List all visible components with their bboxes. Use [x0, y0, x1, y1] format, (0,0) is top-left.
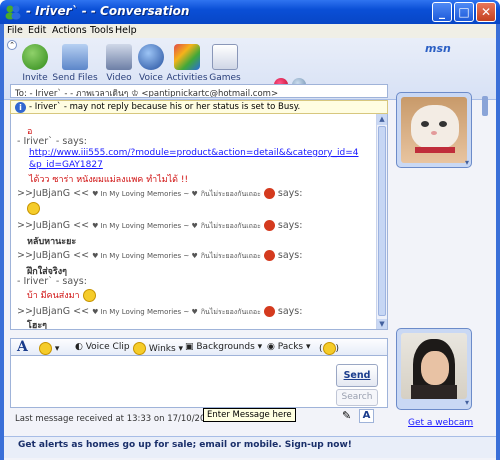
font-icon[interactable]: A [17, 339, 28, 355]
says-label: says: [277, 220, 303, 231]
sender-deco: ♥ In My Loving Memories ~ ♥ [92, 308, 198, 316]
cat-picture [401, 97, 467, 163]
title-bar[interactable]: - Iriver` - - Conversation _ □ ✕ [0, 0, 500, 24]
info-icon: i [15, 102, 26, 113]
devil-emoticon-icon [263, 250, 275, 261]
nudge-icon [322, 342, 336, 355]
sender-deco: ♥ In My Loving Memories ~ ♥ [92, 252, 198, 260]
my-display-picture[interactable]: ▾ [396, 328, 472, 410]
close-button[interactable]: ✕ [476, 2, 496, 22]
my-picture-options-icon[interactable]: ▾ [465, 398, 469, 407]
emoticon-icon [39, 342, 52, 355]
minimize-button[interactable]: _ [432, 2, 452, 22]
activities-icon [174, 44, 200, 70]
menu-edit[interactable]: Edit [28, 25, 46, 36]
maximize-button[interactable]: □ [454, 2, 474, 22]
menu-help[interactable]: Help [115, 25, 137, 36]
format-bar: A ▾ ◐ Voice Clip Winks ▾ ▣ Backgrounds ▾… [10, 338, 388, 356]
winks-button[interactable]: Winks ▾ [133, 342, 183, 355]
sender-line: - Iriver` - says: [17, 276, 87, 287]
devil-emoticon-icon [263, 188, 275, 199]
devil-emoticon-icon [263, 306, 275, 317]
sender-name: >>JuBjanG << [17, 188, 90, 199]
message-link[interactable]: http://www.iii555.com/?module=product&ac… [29, 148, 359, 158]
games-icon [212, 44, 238, 70]
message-text: ได้วว ซาร่า หนังผมแม่ลงแพค ทำไมได้ !! [29, 175, 189, 185]
backgrounds-button[interactable]: ▣ Backgrounds ▾ [185, 342, 262, 352]
message-input[interactable] [10, 356, 388, 408]
sender-line: >>JuBjanG << ♥ In My Loving Memories ~ ♥… [17, 250, 302, 262]
send-button[interactable]: Send [336, 364, 378, 387]
emoticon-button[interactable]: ▾ [39, 342, 59, 355]
sender-line: >>JuBjanG << ♥ In My Loving Memories ~ ♥… [17, 220, 302, 232]
nudge-button[interactable]: () [319, 342, 339, 355]
says-label: says: [277, 250, 303, 261]
sender-name: >>JuBjanG << [17, 250, 90, 261]
voice-clip-label: Voice Clip [85, 342, 130, 352]
sender-line: >>JuBjanG << ♥ In My Loving Memories ~ ♥… [17, 188, 302, 200]
scroll-thumb[interactable] [378, 126, 386, 316]
says-label: says: [277, 188, 303, 199]
invite-icon [22, 44, 48, 70]
user-picture [401, 333, 467, 399]
picture-options-icon[interactable]: ▾ [465, 158, 469, 167]
busy-notice-text: - Iriver` - may not reply because his or… [29, 102, 301, 112]
sender-name: >>JuBjanG << [17, 220, 90, 231]
to-bar: To: - Iriver` - - ภาพเวลาเดินๆ ♔ <pantip… [10, 84, 388, 98]
sender-tail: กินไม่ระยองกันเถอะ [200, 190, 261, 198]
send-files-icon [62, 44, 88, 70]
devil-emoticon-icon [263, 220, 275, 231]
search-button[interactable]: Search [336, 389, 378, 406]
message-text: โฮะๆ [27, 321, 47, 330]
message-text: บ้า มีคนส่งมา [27, 291, 80, 301]
menu-tools[interactable]: Tools [90, 25, 113, 36]
winks-icon [133, 342, 146, 355]
last-message-status: Last message received at 13:33 on 17/10/… [15, 414, 219, 424]
get-webcam-link[interactable]: Get a webcam [408, 418, 473, 428]
games-label: Games [209, 73, 241, 83]
sender-deco: ♥ In My Loving Memories ~ ♥ [92, 190, 198, 198]
says-label: says: [277, 306, 303, 317]
packs-button[interactable]: ◉ Packs ▾ [267, 342, 311, 352]
voice-clip-button[interactable]: ◐ Voice Clip [75, 342, 130, 352]
menu-actions[interactable]: Actions [52, 25, 87, 36]
menu-bar: File Edit Actions Tools Help [4, 24, 496, 38]
menu-file[interactable]: File [7, 25, 23, 36]
backgrounds-label: Backgrounds [196, 342, 255, 352]
sender-tail: กินไม่ระยองกันเถอะ [200, 222, 261, 230]
sender-tail: กินไม่ระยองกันเถอะ [200, 252, 261, 260]
conversation-window: - Iriver` - - Conversation _ □ ✕ File Ed… [0, 0, 500, 460]
text-mode-button[interactable]: A [359, 409, 374, 423]
scroll-down-icon[interactable]: ▼ [377, 319, 387, 329]
ad-banner[interactable]: Get alerts as homes go up for sale; emai… [4, 436, 496, 458]
packs-label: Packs [277, 342, 304, 352]
msn-buddy-icon [5, 5, 21, 20]
smile-emoticon-icon [27, 202, 40, 215]
sender-name: >>JuBjanG << [17, 306, 90, 317]
chat-scrollbar[interactable]: ▲ ▼ [376, 114, 387, 329]
contact-display-picture[interactable]: ▾ [396, 92, 472, 168]
sender-tail: กินไม่ระยองกันเถอะ [200, 308, 261, 316]
sender-line: - Iriver` - says: [17, 136, 87, 147]
window-title: - Iriver` - - Conversation [26, 4, 190, 18]
message-link-cont[interactable]: &p_id=GAY1827 [29, 160, 103, 170]
send-files-label: Send Files [52, 73, 98, 83]
message-line: บ้า มีคนส่งมา [27, 288, 96, 302]
handwriting-icon[interactable]: ✎ [342, 409, 356, 423]
message-text: หลับหานะยะ [27, 237, 77, 247]
busy-notice: i - Iriver` - may not reply because his … [10, 100, 388, 114]
laugh-emoticon-icon [82, 289, 96, 302]
sender-line: >>JuBjanG << ♥ In My Loving Memories ~ ♥… [17, 306, 302, 318]
voice-icon [138, 44, 164, 70]
expand-panel-handle[interactable] [482, 96, 488, 116]
sender-deco: ♥ In My Loving Memories ~ ♥ [92, 222, 198, 230]
scroll-up-icon[interactable]: ▲ [377, 114, 387, 125]
winks-label: Winks [148, 344, 176, 354]
msn-logo: msn [425, 42, 451, 55]
chat-history[interactable]: อ - Iriver` - says: http://www.iii555.co… [10, 114, 388, 330]
input-tooltip: Enter Message here [203, 408, 296, 422]
